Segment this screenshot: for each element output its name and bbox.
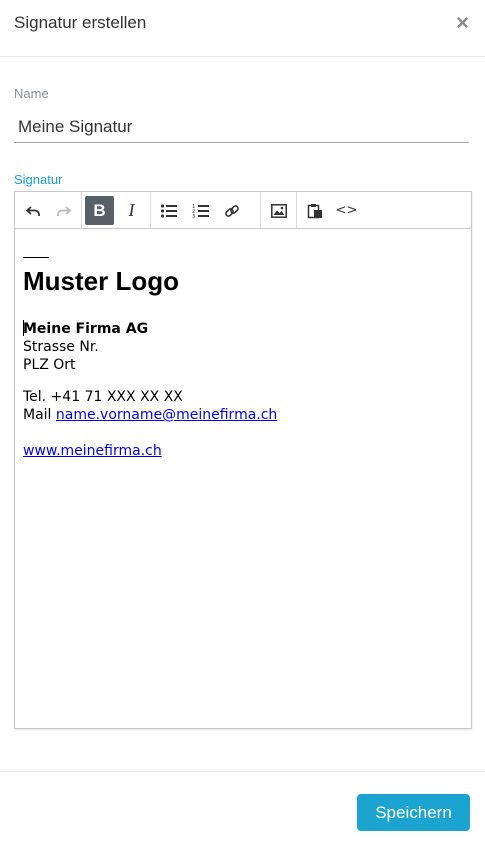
close-icon[interactable]: × bbox=[456, 12, 469, 34]
link-icon bbox=[224, 204, 239, 217]
italic-button[interactable]: I bbox=[117, 196, 146, 225]
bold-icon: B bbox=[93, 200, 106, 220]
italic-icon: I bbox=[128, 200, 135, 220]
footer-divider bbox=[0, 771, 485, 772]
bullet-list-button[interactable] bbox=[154, 196, 183, 225]
dialog-title: Signatur erstellen bbox=[14, 13, 147, 32]
redo-icon bbox=[56, 205, 71, 216]
numbered-list-button[interactable]: 1 2 3 bbox=[186, 196, 215, 225]
paste-button[interactable] bbox=[300, 196, 329, 225]
editor-toolbar: B I 1 2 3 <> bbox=[15, 192, 471, 229]
separator-line bbox=[23, 257, 49, 258]
website-link[interactable]: www.meinefirma.ch bbox=[23, 443, 162, 459]
source-code-button[interactable]: <> bbox=[332, 196, 361, 225]
undo-icon bbox=[25, 205, 40, 216]
code-icon: <> bbox=[335, 203, 358, 218]
svg-text:3: 3 bbox=[192, 214, 195, 219]
signature-label: Signatur bbox=[14, 172, 63, 187]
redo-button[interactable] bbox=[49, 196, 78, 225]
save-button[interactable]: Speichern bbox=[357, 794, 470, 831]
email-link[interactable]: name.vorname@meinefirma.ch bbox=[56, 407, 277, 423]
bullet-list-icon bbox=[160, 203, 177, 218]
image-icon bbox=[270, 203, 287, 218]
dialog-header: Signatur erstellen × bbox=[0, 0, 485, 57]
link-button[interactable] bbox=[217, 196, 246, 225]
phone-line: Tel. +41 71 XXX XX XX bbox=[23, 389, 183, 405]
bold-button[interactable]: B bbox=[85, 196, 114, 225]
signature-logo: Muster Logo bbox=[23, 266, 179, 296]
signature-editor: B I 1 2 3 <> Muster Logo Meine Firma AG … bbox=[14, 191, 472, 729]
mail-line: Mail name.vorname@meinefirma.ch bbox=[23, 406, 277, 424]
clipboard-icon bbox=[307, 203, 322, 218]
city-line: PLZ Ort bbox=[23, 357, 76, 373]
undo-button[interactable] bbox=[18, 196, 47, 225]
image-button[interactable] bbox=[264, 196, 293, 225]
mail-prefix: Mail bbox=[23, 407, 56, 423]
numbered-list-icon: 1 2 3 bbox=[192, 204, 209, 219]
name-label: Name bbox=[14, 86, 49, 101]
company-name: Meine Firma AG bbox=[23, 321, 149, 337]
street-line: Strasse Nr. bbox=[23, 339, 99, 355]
website-line: www.meinefirma.ch bbox=[23, 442, 162, 460]
name-input[interactable] bbox=[14, 111, 469, 143]
